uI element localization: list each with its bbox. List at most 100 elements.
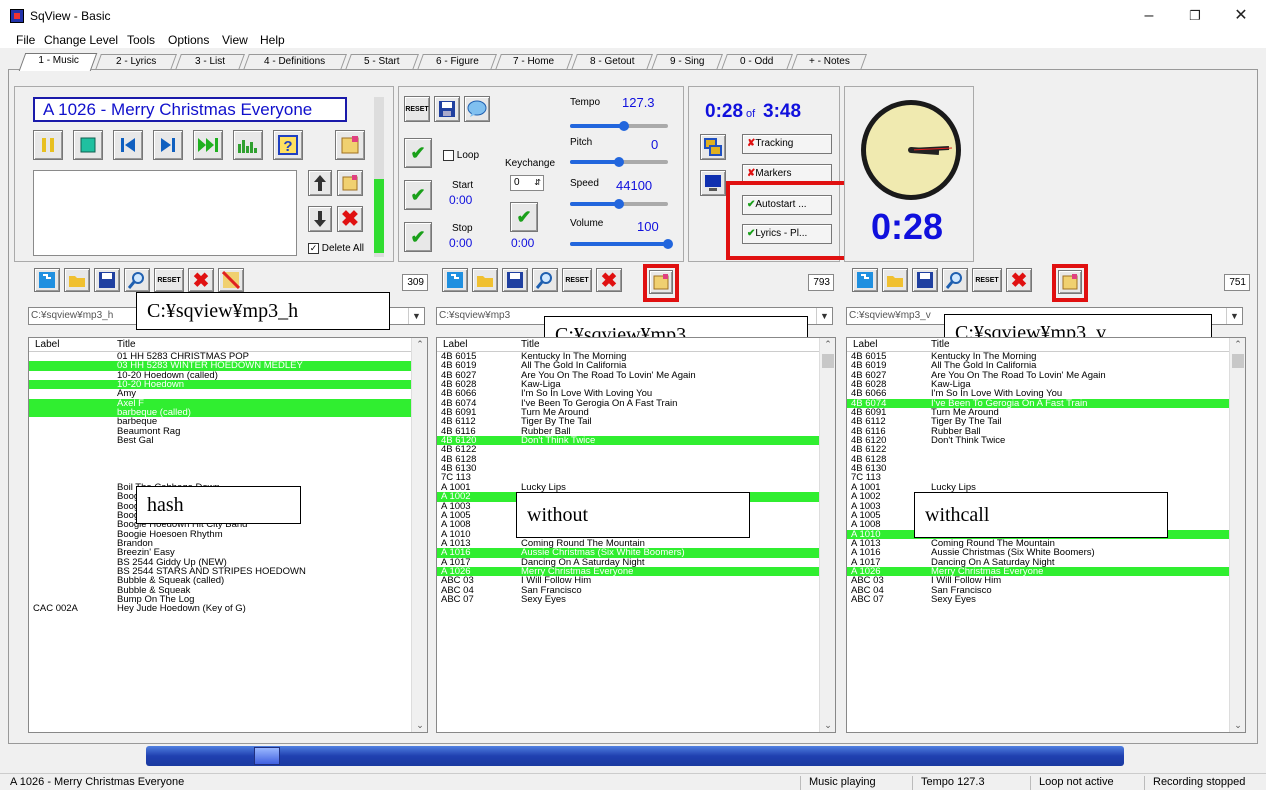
list-item[interactable]: Bubble & Squeak bbox=[29, 585, 427, 595]
p3-search-button[interactable] bbox=[942, 268, 968, 292]
list-item[interactable]: 4B 6112 Tiger By The Tail bbox=[847, 417, 1245, 427]
tab-sing[interactable]: 9 - Sing bbox=[651, 54, 723, 70]
menu-view[interactable]: View bbox=[222, 33, 248, 47]
keychange-spinner[interactable]: 0 ⇵ bbox=[510, 175, 544, 191]
speed-slider-knob[interactable] bbox=[614, 199, 624, 209]
help-button[interactable]: ? bbox=[273, 130, 303, 160]
tab-list[interactable]: 3 - List bbox=[175, 54, 245, 70]
tab-figure[interactable]: 6 - Figure bbox=[417, 54, 497, 70]
label-column-header[interactable]: Label bbox=[35, 338, 59, 351]
list-item[interactable]: CAC 002A Hey Jude Hoedown (Key of G) bbox=[29, 604, 427, 614]
list-item[interactable]: 4B 6112 Tiger By The Tail bbox=[437, 417, 835, 427]
p1-open-folder-button[interactable] bbox=[64, 268, 90, 292]
scroll-down-icon[interactable]: ⌄ bbox=[1230, 720, 1245, 731]
label-column-header[interactable]: Label bbox=[443, 338, 467, 351]
list-item[interactable]: 4B 6015 Kentucky In The Morning bbox=[437, 352, 835, 362]
previous-button[interactable] bbox=[113, 130, 143, 160]
list-item[interactable]: barbeque bbox=[29, 417, 427, 427]
list-item[interactable]: 4B 6128 bbox=[437, 454, 835, 464]
list-item[interactable]: 4B 6027 Are You On The Road To Lovin' Me … bbox=[437, 370, 835, 380]
list-item[interactable]: 7C 113 bbox=[437, 473, 835, 483]
list-item[interactable]: 4B 6128 bbox=[847, 454, 1245, 464]
reset-button[interactable]: RESET bbox=[404, 96, 430, 122]
p1-delete-button[interactable]: ✖ bbox=[188, 268, 214, 292]
tempo-slider[interactable] bbox=[570, 121, 668, 131]
scroll-down-icon[interactable]: ⌄ bbox=[412, 720, 427, 731]
menu-file[interactable]: File bbox=[16, 33, 35, 47]
p2-search-button[interactable] bbox=[532, 268, 558, 292]
song-notes-box[interactable] bbox=[33, 170, 297, 256]
list-item[interactable]: barbeque (called) bbox=[29, 408, 427, 418]
delete-button[interactable]: ✖ bbox=[337, 206, 363, 232]
monitor-button[interactable] bbox=[700, 170, 726, 196]
tab-getout[interactable]: 8 - Getout bbox=[571, 54, 653, 70]
list-item[interactable]: 4B 6116 Rubber Ball bbox=[437, 426, 835, 436]
p2-folder-tree-button[interactable] bbox=[442, 268, 468, 292]
list-item[interactable]: Breezin' Easy bbox=[29, 548, 427, 558]
pitch-slider-knob[interactable] bbox=[614, 157, 624, 167]
list-item[interactable]: Axel F bbox=[29, 398, 427, 408]
restore-button[interactable]: ❐ bbox=[1172, 4, 1218, 28]
list-item[interactable]: 4B 6027 Are You On The Road To Lovin' Me … bbox=[847, 370, 1245, 380]
equalizer-button[interactable] bbox=[233, 130, 263, 160]
pause-button[interactable] bbox=[33, 130, 63, 160]
confirm-button-2[interactable]: ✔ bbox=[404, 180, 432, 210]
tab-start[interactable]: 5 - Start bbox=[345, 54, 419, 70]
list-item[interactable]: ABC 07 Sexy Eyes bbox=[847, 594, 1245, 604]
minimize-button[interactable]: – bbox=[1126, 4, 1172, 28]
speech-bubble-button[interactable] bbox=[464, 96, 490, 122]
delete-all-checkbox[interactable]: ✓ Delete All bbox=[308, 243, 364, 254]
autostart-button[interactable]: ✔Autostart ... bbox=[742, 195, 832, 215]
list-item[interactable]: 4B 6015 Kentucky In The Morning bbox=[847, 352, 1245, 362]
save-button[interactable] bbox=[434, 96, 460, 122]
list-item[interactable]: Beaumont Rag bbox=[29, 426, 427, 436]
window-toggle-button[interactable] bbox=[700, 134, 726, 160]
scroll-down-icon[interactable]: ⌄ bbox=[820, 720, 835, 731]
list-item[interactable]: 4B 6122 bbox=[437, 445, 835, 455]
tab-music[interactable]: 1 - Music bbox=[18, 53, 98, 71]
pitch-slider[interactable] bbox=[570, 157, 668, 167]
tab-odd[interactable]: 0 - Odd bbox=[721, 54, 793, 70]
vertical-scrollbar[interactable]: ⌃ ⌄ bbox=[1229, 338, 1245, 732]
scrollbar-thumb[interactable] bbox=[1232, 354, 1244, 368]
list-item[interactable]: A 1026 Merry Christmas Everyone bbox=[847, 566, 1245, 576]
scroll-up-icon[interactable]: ⌃ bbox=[412, 339, 427, 350]
scroll-up-icon[interactable]: ⌃ bbox=[1230, 339, 1245, 350]
p2-save-button[interactable] bbox=[502, 268, 528, 292]
speed-slider[interactable] bbox=[570, 199, 668, 209]
confirm-button-3[interactable]: ✔ bbox=[404, 222, 432, 252]
list-item[interactable]: 4B 6074 I've Been To Gerogia On A Fast Tr… bbox=[437, 398, 835, 408]
p1-search-button[interactable] bbox=[124, 268, 150, 292]
progress-knob[interactable] bbox=[253, 747, 280, 765]
p2-notes-button[interactable] bbox=[649, 270, 673, 294]
set-key-button[interactable]: ✔ bbox=[510, 202, 538, 232]
list-item[interactable]: BS 2544 STARS AND STRIPES HOEDOWN bbox=[29, 566, 427, 576]
menu-options[interactable]: Options bbox=[168, 33, 209, 47]
tab-home[interactable]: 7 - Home bbox=[495, 54, 573, 70]
list-item[interactable]: 4B 6130 bbox=[847, 464, 1245, 474]
title-column-header[interactable]: Title bbox=[931, 338, 950, 351]
tempo-slider-knob[interactable] bbox=[618, 121, 629, 131]
menu-change-level[interactable]: Change Level bbox=[44, 33, 118, 47]
close-button[interactable]: ✕ bbox=[1218, 4, 1264, 28]
move-up-button[interactable] bbox=[308, 170, 332, 196]
p3-save-button[interactable] bbox=[912, 268, 938, 292]
tab-notes[interactable]: + - Notes bbox=[791, 54, 867, 70]
list-item[interactable]: ABC 03 I Will Follow Him bbox=[437, 576, 835, 586]
list-item[interactable]: A 1026 Merry Christmas Everyone bbox=[437, 566, 835, 576]
edit-notes-button[interactable] bbox=[337, 170, 363, 196]
list-item[interactable]: Best Gal bbox=[29, 436, 427, 446]
p1-clear-button[interactable] bbox=[218, 268, 244, 292]
title-column-header[interactable]: Title bbox=[521, 338, 540, 351]
list-item[interactable] bbox=[29, 464, 427, 473]
list-item[interactable]: A 1017 Dancing On A Saturday Night bbox=[847, 557, 1245, 567]
list-item[interactable]: ABC 04 San Francisco bbox=[847, 585, 1245, 595]
p1-save-button[interactable] bbox=[94, 268, 120, 292]
list-item[interactable] bbox=[29, 473, 427, 482]
p1-song-list[interactable]: Label Title 01 HH 5283 CHRISTMAS POP 03 HH… bbox=[28, 337, 428, 733]
list-item[interactable] bbox=[29, 445, 427, 454]
p1-reset-button[interactable]: RESET bbox=[154, 268, 184, 292]
volume-slider-knob[interactable] bbox=[663, 239, 673, 249]
tab-definitions[interactable]: 4 - Definitions bbox=[243, 54, 347, 70]
list-item[interactable]: 4B 6091 Turn Me Around bbox=[847, 408, 1245, 418]
